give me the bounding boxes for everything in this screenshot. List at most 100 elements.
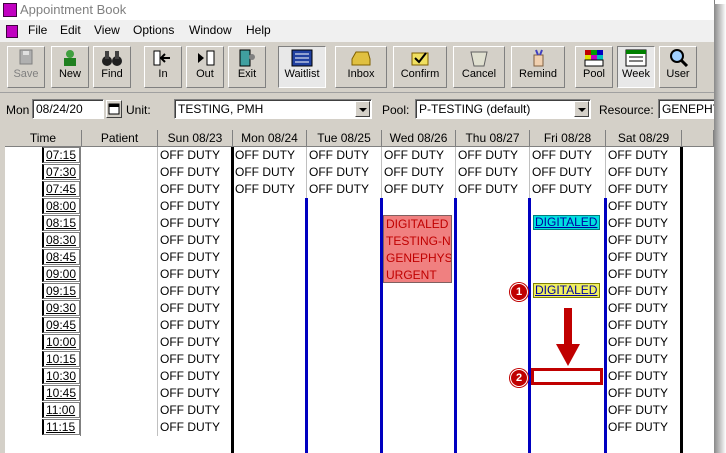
column-header-mon[interactable]: Mon 08/24 — [233, 130, 307, 147]
patient-cell[interactable] — [82, 249, 158, 266]
patient-cell[interactable] — [82, 266, 158, 283]
slot-wed[interactable] — [382, 368, 456, 385]
slot-mon[interactable] — [233, 249, 307, 266]
unit-dropdown-icon[interactable] — [355, 101, 370, 117]
slot-wed[interactable] — [382, 283, 456, 300]
time-slot-label[interactable]: 10:15 — [42, 351, 80, 367]
column-header-tue[interactable]: Tue 08/25 — [307, 130, 382, 147]
slot-tue[interactable] — [307, 368, 382, 385]
pool-button[interactable]: Pool — [575, 46, 613, 88]
slot-fri[interactable]: OFF DUTY — [530, 181, 606, 198]
slot-mon[interactable] — [233, 283, 307, 300]
patient-cell[interactable] — [82, 147, 158, 164]
time-slot-label[interactable]: 08:15 — [42, 215, 80, 231]
slot-thu[interactable] — [456, 402, 530, 419]
slot-mon[interactable] — [233, 215, 307, 232]
slot-sun[interactable]: OFF DUTY — [158, 232, 233, 249]
slot-mon[interactable] — [233, 419, 307, 436]
slot-fri[interactable]: OFF DUTY — [530, 147, 606, 164]
slot-sat[interactable]: OFF DUTY — [606, 147, 682, 164]
inbox-button[interactable]: Inbox — [335, 46, 387, 88]
pool-dropdown-icon[interactable] — [574, 101, 589, 117]
slot-sun[interactable]: OFF DUTY — [158, 215, 233, 232]
slot-sun[interactable]: OFF DUTY — [158, 368, 233, 385]
confirm-button[interactable]: Confirm — [393, 46, 447, 88]
menu-edit[interactable]: Edit — [58, 23, 83, 37]
slot-fri[interactable] — [530, 266, 606, 283]
slot-sat[interactable]: OFF DUTY — [606, 181, 682, 198]
menu-file[interactable]: File — [26, 23, 49, 37]
slot-sun[interactable]: OFF DUTY — [158, 402, 233, 419]
slot-mon[interactable] — [233, 317, 307, 334]
patient-cell[interactable] — [82, 317, 158, 334]
slot-tue[interactable] — [307, 266, 382, 283]
slot-mon[interactable] — [233, 266, 307, 283]
slot-mon[interactable] — [233, 385, 307, 402]
slot-thu[interactable] — [456, 334, 530, 351]
pool-select[interactable]: P-TESTING (default) — [415, 99, 591, 119]
check-in-button[interactable]: In — [144, 46, 182, 88]
slot-sat[interactable]: OFF DUTY — [606, 419, 682, 436]
unit-select[interactable]: TESTING, PMH — [174, 99, 372, 119]
slot-tue[interactable] — [307, 232, 382, 249]
time-slot-label[interactable]: 09:00 — [42, 266, 80, 282]
slot-tue[interactable]: OFF DUTY — [307, 181, 382, 198]
column-header-sat[interactable]: Sat 08/29 — [606, 130, 682, 147]
slot-sat[interactable]: OFF DUTY — [606, 266, 682, 283]
slot-fri[interactable] — [530, 402, 606, 419]
slot-sun[interactable]: OFF DUTY — [158, 283, 233, 300]
patient-cell[interactable] — [82, 232, 158, 249]
slot-sun[interactable]: OFF DUTY — [158, 419, 233, 436]
slot-sat[interactable]: OFF DUTY — [606, 334, 682, 351]
slot-tue[interactable]: OFF DUTY — [307, 147, 382, 164]
slot-sat[interactable]: OFF DUTY — [606, 385, 682, 402]
slot-fri[interactable] — [530, 385, 606, 402]
time-slot-label[interactable]: 09:30 — [42, 300, 80, 316]
patient-cell[interactable] — [82, 283, 158, 300]
slot-wed[interactable] — [382, 402, 456, 419]
time-slot-label[interactable]: 08:00 — [42, 198, 80, 214]
patient-cell[interactable] — [82, 368, 158, 385]
slot-sun[interactable]: OFF DUTY — [158, 164, 233, 181]
column-header-wed[interactable]: Wed 08/26 — [382, 130, 456, 147]
patient-cell[interactable] — [82, 385, 158, 402]
slot-fri[interactable] — [530, 249, 606, 266]
patient-cell[interactable] — [82, 300, 158, 317]
slot-thu[interactable] — [456, 249, 530, 266]
slot-sat[interactable]: OFF DUTY — [606, 402, 682, 419]
slot-sun[interactable]: OFF DUTY — [158, 266, 233, 283]
new-button[interactable]: New — [51, 46, 89, 88]
slot-thu[interactable] — [456, 198, 530, 215]
slot-wed[interactable] — [382, 351, 456, 368]
date-field[interactable]: 08/24/20 — [32, 99, 104, 119]
patient-cell[interactable] — [82, 402, 158, 419]
slot-tue[interactable] — [307, 198, 382, 215]
slot-sun[interactable]: OFF DUTY — [158, 147, 233, 164]
slot-thu[interactable]: OFF DUTY — [456, 147, 530, 164]
slot-mon[interactable] — [233, 351, 307, 368]
slot-tue[interactable] — [307, 385, 382, 402]
slot-sat[interactable]: OFF DUTY — [606, 164, 682, 181]
slot-fri[interactable]: OFF DUTY — [530, 164, 606, 181]
slot-mon[interactable] — [233, 198, 307, 215]
slot-sun[interactable]: OFF DUTY — [158, 334, 233, 351]
slot-tue[interactable] — [307, 334, 382, 351]
slot-tue[interactable]: OFF DUTY — [307, 164, 382, 181]
slot-sun[interactable]: OFF DUTY — [158, 351, 233, 368]
remind-button[interactable]: Remind — [511, 46, 565, 88]
slot-wed[interactable] — [382, 317, 456, 334]
menu-help[interactable]: Help — [244, 23, 273, 37]
slot-sun[interactable]: OFF DUTY — [158, 198, 233, 215]
time-slot-label[interactable]: 09:45 — [42, 317, 80, 333]
slot-fri[interactable] — [530, 419, 606, 436]
appointment-wed-digitaled[interactable]: DIGITALED TESTING-N GENEPHYS URGENT — [383, 215, 452, 283]
patient-cell[interactable] — [82, 215, 158, 232]
slot-tue[interactable] — [307, 402, 382, 419]
slot-thu[interactable]: OFF DUTY — [456, 164, 530, 181]
target-slot-highlight[interactable] — [531, 368, 603, 385]
menu-options[interactable]: Options — [131, 23, 176, 37]
system-menu-icon[interactable] — [6, 25, 18, 38]
slot-mon[interactable]: OFF DUTY — [233, 181, 307, 198]
slot-sat[interactable]: OFF DUTY — [606, 300, 682, 317]
appointment-fri-0915[interactable]: DIGITALED — [533, 283, 600, 298]
